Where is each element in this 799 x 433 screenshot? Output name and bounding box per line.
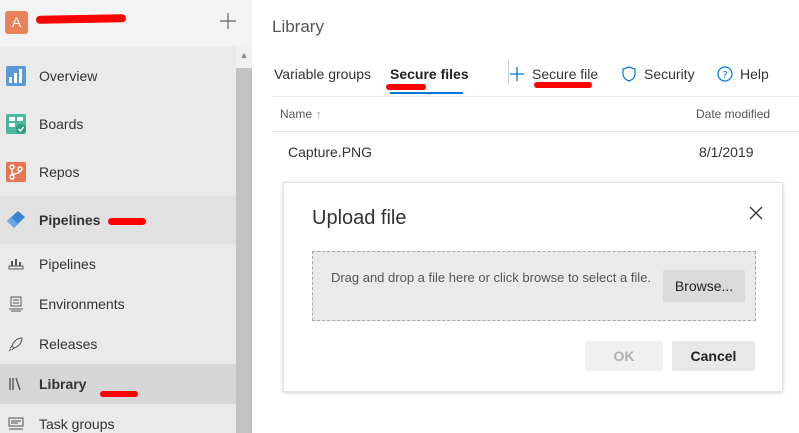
sidebar-item-label: Library [39, 376, 87, 392]
plus-icon [510, 67, 524, 81]
boards-icon [6, 114, 26, 134]
ok-button[interactable]: OK [585, 341, 663, 371]
redaction-mark [108, 218, 146, 225]
cancel-button[interactable]: Cancel [672, 341, 755, 371]
app-window: A Overview Boards Repos Pipelines Pipeli… [0, 0, 799, 433]
sidebar-item-task-groups[interactable]: Task groups [0, 404, 236, 433]
tab-variable-groups[interactable]: Variable groups [274, 66, 371, 82]
sidebar-item-label: Boards [39, 116, 84, 132]
column-label: Name [280, 107, 313, 121]
redaction-mark [100, 391, 138, 397]
page-title: Library [272, 17, 324, 36]
close-button[interactable] [746, 203, 766, 223]
sidebar-item-overview[interactable]: Overview [0, 56, 236, 96]
sidebar-item-pipelines-sub[interactable]: Pipelines [0, 244, 236, 284]
sidebar-item-pipelines[interactable]: Pipelines [0, 196, 236, 244]
table-header: Name ↑ Date modified [272, 96, 799, 132]
command-label: Security [644, 66, 695, 82]
sidebar-item-environments[interactable]: Environments [0, 284, 236, 324]
tab-secure-files[interactable]: Secure files [390, 66, 469, 82]
sidebar-item-library[interactable]: Library [0, 364, 236, 404]
sidebar-item-label: Task groups [39, 416, 115, 432]
sidebar-item-repos[interactable]: Repos [0, 152, 236, 192]
security-button[interactable]: Security [620, 64, 700, 86]
command-label: Secure file [532, 66, 599, 82]
redaction-mark [534, 82, 592, 88]
sort-ascending-icon: ↑ [316, 109, 322, 121]
file-name-cell[interactable]: Capture.PNG [288, 144, 372, 160]
scrollbar-thumb[interactable] [236, 68, 252, 433]
sidebar-header: A [0, 0, 252, 46]
sidebar-item-label: Pipelines [39, 212, 101, 228]
sidebar-item-releases[interactable]: Releases [0, 324, 236, 364]
sidebar-item-label: Releases [39, 336, 98, 352]
sidebar: A Overview Boards Repos Pipelines Pipeli… [0, 0, 252, 433]
browse-button[interactable]: Browse... [663, 270, 745, 302]
sidebar-item-label: Pipelines [39, 256, 96, 272]
command-label: Help [740, 66, 769, 82]
shield-icon [622, 66, 636, 82]
close-icon [749, 206, 763, 220]
dropzone-text: Drag and drop a file here or click brows… [330, 270, 652, 285]
date-modified-cell: 8/1/2019 [699, 144, 754, 160]
sidebar-item-label: Overview [39, 68, 98, 84]
rocket-icon [8, 337, 23, 352]
redaction-mark [386, 84, 426, 90]
sidebar-item-boards[interactable]: Boards [0, 104, 236, 144]
library-icon [9, 377, 21, 391]
dialog-title: Upload file [312, 207, 407, 229]
pipelines-sub-icon [8, 259, 24, 270]
tab-selected-indicator [390, 92, 463, 94]
redaction-mark [35, 14, 127, 24]
repos-icon [6, 162, 26, 182]
environments-icon [9, 296, 23, 312]
pipelines-icon [7, 211, 25, 228]
table-row[interactable]: Capture.PNG 8/1/2019 [272, 132, 799, 174]
sidebar-scrollbar[interactable]: ▲ [236, 46, 252, 433]
column-header-name[interactable]: Name ↑ [280, 107, 322, 121]
file-dropzone[interactable]: Drag and drop a file here or click brows… [312, 251, 756, 321]
help-icon: ? [717, 66, 733, 82]
column-header-date-modified[interactable]: Date modified [696, 107, 770, 121]
new-project-button[interactable] [216, 9, 240, 33]
overview-icon [6, 66, 26, 86]
plus-icon [220, 13, 236, 29]
scroll-up-icon[interactable]: ▲ [236, 50, 252, 60]
svg-text:?: ? [722, 70, 727, 81]
task-groups-icon [8, 417, 24, 430]
sidebar-item-label: Repos [39, 164, 80, 180]
org-avatar[interactable]: A [5, 11, 28, 34]
upload-file-dialog: Upload file Drag and drop a file here or… [283, 182, 783, 392]
help-button[interactable]: ? Help [716, 64, 776, 86]
sidebar-item-label: Environments [39, 296, 125, 312]
